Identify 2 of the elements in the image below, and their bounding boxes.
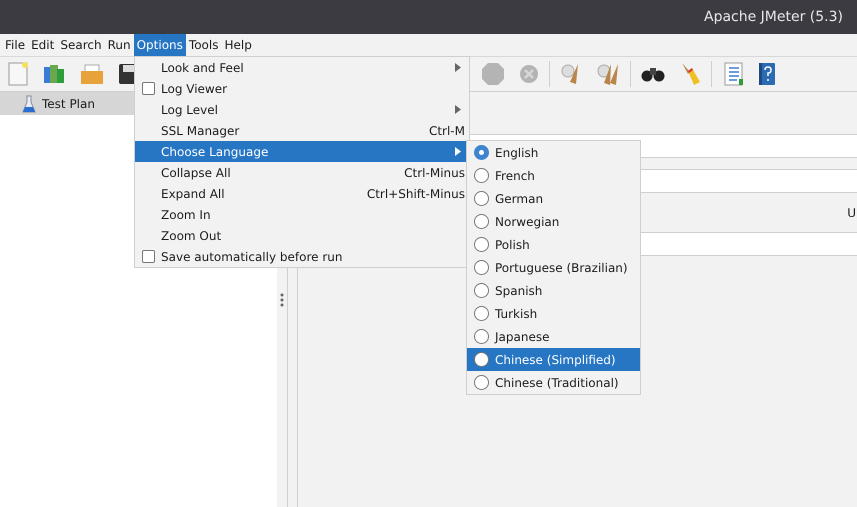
window-title: Apache JMeter (5.3) <box>704 9 843 25</box>
field-label: U <box>847 206 856 220</box>
